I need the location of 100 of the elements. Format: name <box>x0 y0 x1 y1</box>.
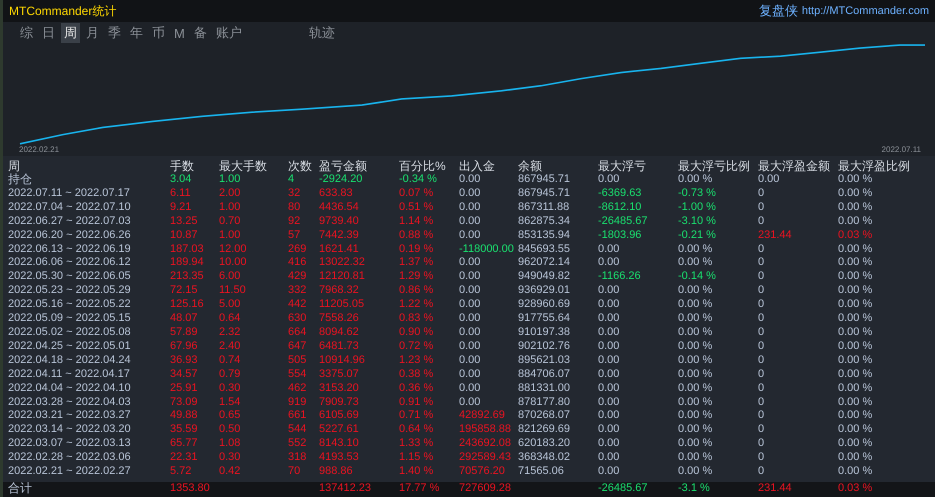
website-link[interactable]: http://MTCommander.com <box>802 5 929 17</box>
table-cell-text: 0 <box>758 465 766 479</box>
table-cell-text: 13.25 <box>170 214 199 229</box>
table-cell-text: 0.79 <box>219 368 242 382</box>
table-cell-text: 7558.26 <box>319 312 360 326</box>
table-cell-text: 1.54 <box>219 396 242 410</box>
table-cell-text: 0.00 <box>459 270 482 284</box>
period-tab[interactable]: 备 <box>190 23 210 43</box>
table-cell-text: 8143.10 <box>319 437 360 452</box>
table-cell-text: 1621.41 <box>319 242 360 256</box>
table-cell-text: 0.00 <box>758 173 780 187</box>
period-tab[interactable]: 币 <box>149 23 168 43</box>
table-cell-text: 0.00 % <box>838 451 874 466</box>
table-cell-text: 0.00 % <box>678 242 714 256</box>
table-cell-text: 0.00 <box>598 409 620 424</box>
table-cell-text: 0.50 <box>219 423 242 438</box>
period-tab[interactable]: 年 <box>127 23 146 43</box>
table-cell-text: 0.00 % <box>838 298 874 312</box>
table-cell-text: 0 <box>758 312 766 326</box>
table-cell-text: 0.00 % <box>838 186 874 201</box>
table-cell-text: 0.00 % <box>838 312 874 326</box>
table-cell-text: 10.87 <box>170 228 199 243</box>
period-tab[interactable]: M <box>171 24 188 42</box>
table-cell-text: 189.94 <box>170 256 205 270</box>
table-cell-text: 0.00 % <box>678 451 714 466</box>
period-tab[interactable]: 周 <box>61 23 80 43</box>
table-cell-text: 0.00 <box>459 214 482 229</box>
table-cell-text: 2022.06.20 ~ 2022.06.26 <box>8 228 132 243</box>
table-cell-text: 243692.08 <box>459 437 512 452</box>
table-cell-text: 65.77 <box>170 437 199 452</box>
table-cell-text: 884706.07 <box>518 368 571 382</box>
table-cell-text: 0.91 % <box>399 396 434 410</box>
table-cell-text: -3.10 % <box>678 214 717 229</box>
table-cell-text: 187.03 <box>170 242 205 256</box>
table-cell-text: 80 <box>288 200 302 215</box>
table-cell-text: -3.1 % <box>678 482 711 496</box>
table-cell-text: 919 <box>288 396 308 410</box>
table-cell-text: 1.15 % <box>399 451 434 466</box>
table-cell-text: 0.00 % <box>678 382 714 396</box>
table-cell-text: 902102.76 <box>518 340 571 354</box>
table-cell-text: -26485.67 <box>598 482 649 496</box>
column-header: 盈亏金额 <box>319 159 368 173</box>
table-cell-text: 7909.73 <box>319 396 360 410</box>
table-cell-text: 3153.20 <box>319 382 360 396</box>
table-cell-text: 0.00 % <box>678 326 714 340</box>
table-cell-text: 0.00 <box>459 382 482 396</box>
period-tab[interactable]: 月 <box>83 23 102 43</box>
table-cell-text: 368348.02 <box>518 451 571 466</box>
table-cell-text: 554 <box>288 368 308 382</box>
table-cell-text: 0.00 % <box>838 409 874 424</box>
table-cell-text: 2022.02.21 ~ 2022.02.27 <box>8 465 132 479</box>
table-cell-text: 0.00 <box>598 382 620 396</box>
table-cell-text: 125.16 <box>170 298 205 312</box>
table-cell-text: 6.11 <box>170 186 192 201</box>
table-cell-text: 0.00 % <box>678 298 714 312</box>
table-cell-text: 0 <box>758 368 766 382</box>
period-tab[interactable]: 账户 <box>212 23 245 43</box>
column-header: 手数 <box>170 159 195 173</box>
table-cell-text: 0 <box>758 354 766 368</box>
table-cell-text: 0.00 <box>598 423 620 438</box>
period-tab[interactable]: 日 <box>39 23 58 43</box>
table-cell-text: 1353.80 <box>170 482 211 496</box>
table-cell-text: 0.64 % <box>399 423 434 438</box>
period-tab[interactable]: 季 <box>105 23 124 43</box>
table-cell-text: 633.83 <box>319 186 354 201</box>
table-cell-text: 22.31 <box>170 451 199 466</box>
column-header: 出入金 <box>459 159 496 173</box>
table-cell-text: 0 <box>758 214 766 229</box>
window-title: MTCommander统计 <box>9 2 116 20</box>
table-cell-text: 4436.54 <box>319 200 360 215</box>
table-cell-text: 0.00 % <box>838 465 874 479</box>
table-cell-text: 2022.04.25 ~ 2022.05.01 <box>8 340 132 354</box>
table-cell-text: 620183.20 <box>518 437 571 452</box>
table-cell-text: 6105.69 <box>319 409 360 424</box>
table-cell-text: 853135.94 <box>518 228 571 243</box>
table-cell-text: 2.32 <box>219 326 242 340</box>
table-cell-text: 0.00 <box>459 186 482 201</box>
table-cell-text: 0 <box>758 396 766 410</box>
table-cell-text: 1.14 % <box>399 214 434 229</box>
table-cell-text: 0.00 % <box>838 382 874 396</box>
table-cell-text: 1.08 <box>219 437 242 452</box>
table-cell-text: 0.00 <box>459 312 482 326</box>
table-cell-text: 231.44 <box>758 482 793 496</box>
table-cell-text: 3.04 <box>170 173 192 187</box>
table-cell-text: 0.83 % <box>399 312 434 326</box>
table-cell-text: 0.00 <box>598 312 620 326</box>
table-cell-text: -2924.20 <box>319 173 364 187</box>
period-tab[interactable]: 综 <box>17 23 36 43</box>
table-cell-text: 4 <box>288 173 296 187</box>
period-tab[interactable]: 轨迹 <box>306 23 338 43</box>
table-cell-text: 0.71 % <box>399 409 434 424</box>
table-cell-text: 318 <box>288 451 308 466</box>
table-cell-text: 195858.88 <box>459 423 512 438</box>
table-cell-text: 0.03 % <box>838 228 874 243</box>
table-cell-text: 1.00 <box>219 200 242 215</box>
table-cell-text: 0 <box>758 423 766 438</box>
table-cell-text: 727609.28 <box>459 482 512 496</box>
table-cell-text: 0.00 % <box>678 340 714 354</box>
table-cell-text: 0 <box>758 256 766 270</box>
column-header: 最大浮亏比例 <box>678 159 751 173</box>
